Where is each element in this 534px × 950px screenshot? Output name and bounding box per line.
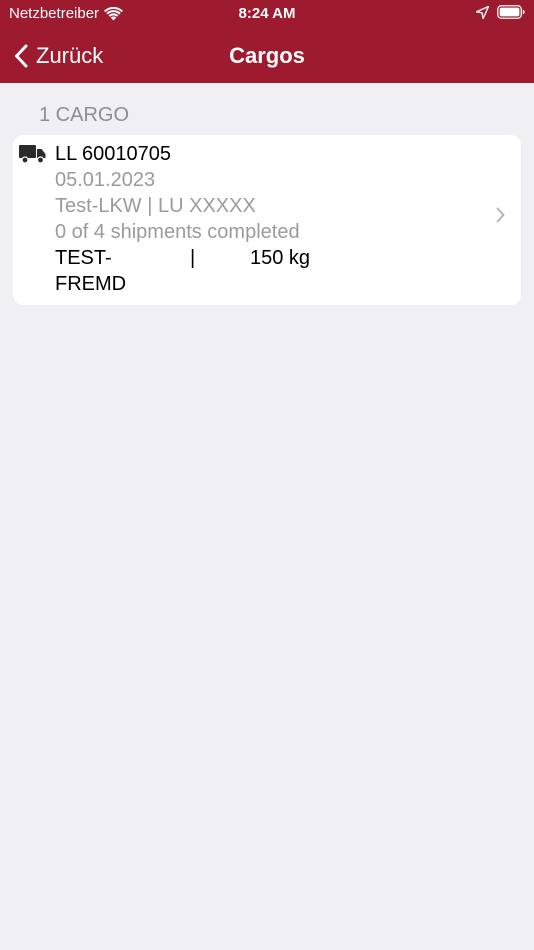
cargo-vehicle-name: TEST-FREMD: [55, 247, 127, 295]
cargo-date: 05.01.2023: [55, 169, 156, 191]
status-bar: Netzbetreiber 8:24 AM: [0, 0, 534, 28]
battery-icon: [497, 5, 525, 19]
back-label: Zurück: [36, 42, 104, 68]
cargo-details: LL 60010705 05.01.2023 Test-LKW | LU XXX…: [55, 141, 310, 297]
cargo-summary-row: TEST-FREMD | 150 kg: [55, 245, 310, 297]
cargo-progress: 0 of 4 shipments completed: [55, 221, 300, 243]
cargo-id: LL 60010705: [55, 143, 172, 165]
cargo-weight: 150 kg: [250, 247, 311, 269]
chevron-left-icon: [15, 44, 28, 67]
status-right: [476, 5, 525, 19]
location-arrow-icon: [476, 5, 489, 19]
cargo-vehicle-info: Test-LKW | LU XXXXX: [55, 195, 256, 217]
cargo-separator: |: [190, 247, 196, 269]
truck-icon: [19, 145, 46, 164]
back-button[interactable]: Zurück: [14, 28, 103, 83]
status-time: 8:24 AM: [238, 5, 296, 22]
app-header: Netzbetreiber 8:24 AM Zurück Cargos: [0, 0, 534, 83]
section-header: 1 CARGO: [39, 104, 130, 126]
chevron-right-icon: [496, 207, 505, 223]
cargo-list-item[interactable]: LL 60010705 05.01.2023 Test-LKW | LU XXX…: [13, 135, 521, 305]
navigation-bar: Zurück Cargos: [0, 28, 534, 83]
